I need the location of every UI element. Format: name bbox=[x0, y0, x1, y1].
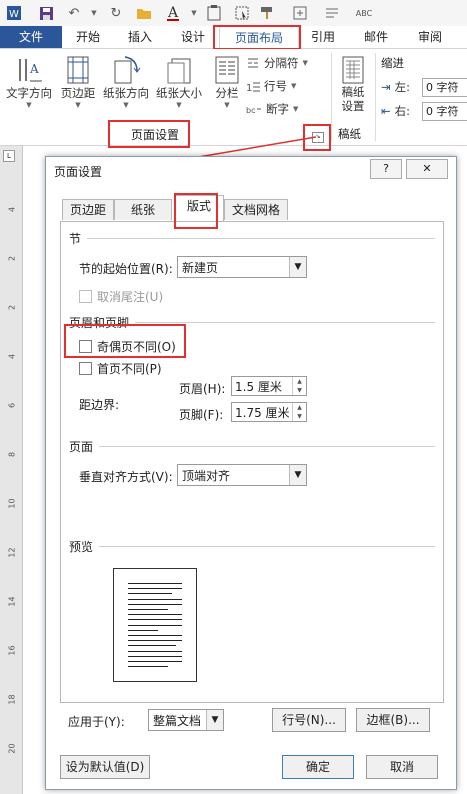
header-distance-input[interactable]: 1.5 厘米 ▲ ▼ bbox=[231, 376, 307, 396]
cancel-button[interactable]: 取消 bbox=[366, 755, 438, 779]
preview-text-line bbox=[128, 593, 172, 595]
spin-arrows-icon[interactable]: ▲ ▼ bbox=[292, 403, 306, 421]
vertical-align-select[interactable]: 顶端对齐 ▼ bbox=[177, 464, 307, 486]
section-group: 节 bbox=[69, 230, 435, 247]
page-group: 页面 bbox=[69, 438, 435, 455]
chevron-down-icon: ▼ bbox=[289, 257, 306, 277]
apply-to-select[interactable]: 整篇文档 ▼ bbox=[148, 709, 224, 731]
apply-to-value: 整篇文档 bbox=[153, 714, 202, 728]
close-icon[interactable]: ✕ bbox=[406, 159, 448, 179]
footer-distance-input[interactable]: 1.75 厘米 ▲ ▼ bbox=[231, 402, 307, 422]
section-start-select[interactable]: 新建页 ▼ bbox=[177, 256, 307, 278]
line-numbers-dialog-button[interactable]: 行号(N)... bbox=[272, 708, 346, 732]
tab-margins[interactable]: 页边距 bbox=[62, 199, 114, 220]
apply-to-label: 应用于(Y): bbox=[68, 715, 125, 729]
tab-selector-icon[interactable]: L bbox=[3, 150, 15, 162]
ruler-number: 6 bbox=[7, 402, 17, 409]
ruler-number: 4 bbox=[7, 206, 17, 213]
vertical-align-value: 顶端对齐 bbox=[182, 469, 231, 483]
header-distance-value: 1.5 厘米 bbox=[235, 380, 282, 394]
ruler-number: 10 bbox=[7, 498, 17, 509]
ruler-number: 2 bbox=[7, 255, 17, 262]
spin-arrows-icon[interactable]: ▲ ▼ bbox=[292, 377, 306, 395]
preview-group: 预览 bbox=[69, 538, 435, 555]
page-heading: 页面 bbox=[69, 440, 94, 454]
from-edge-label: 距边界: bbox=[79, 398, 120, 412]
ruler-number: 12 bbox=[7, 547, 17, 558]
preview-text-line bbox=[128, 661, 182, 662]
highlight-layout-tab bbox=[174, 193, 218, 229]
preview-text-line bbox=[128, 640, 182, 642]
section-heading: 节 bbox=[69, 232, 82, 246]
preview-text-line bbox=[128, 609, 168, 610]
preview-text-line bbox=[128, 666, 168, 668]
preview-text-line bbox=[128, 598, 182, 600]
ruler-number: 8 bbox=[7, 451, 17, 458]
preview-text-line bbox=[128, 624, 182, 626]
first-page-label: 首页不同(P) bbox=[97, 362, 162, 376]
page-setup-dialog: 页面设置 ? ✕ 页边距 纸张 版式 文档网格 节 节的起始位置(R): 新建页… bbox=[45, 156, 457, 790]
preview-text-line bbox=[128, 629, 158, 631]
preview-text-line bbox=[128, 588, 182, 590]
ok-button[interactable]: 确定 bbox=[282, 755, 354, 779]
footer-distance-value: 1.75 厘米 bbox=[235, 406, 290, 420]
section-start-label: 节的起始位置(R): bbox=[79, 262, 173, 276]
preview-text-line bbox=[128, 603, 182, 605]
preview-heading: 预览 bbox=[69, 540, 94, 554]
preview-text-line bbox=[128, 635, 182, 636]
preview-text-line bbox=[128, 619, 182, 621]
section-start-value: 新建页 bbox=[182, 261, 219, 275]
page-preview bbox=[113, 568, 197, 682]
ruler-number: 2 bbox=[7, 304, 17, 311]
preview-text-line bbox=[128, 655, 182, 657]
preview-text-line bbox=[128, 614, 182, 616]
preview-text-line bbox=[128, 645, 176, 647]
chevron-down-icon: ▼ bbox=[206, 710, 223, 730]
dialog-title: 页面设置 bbox=[54, 165, 103, 179]
preview-text-line bbox=[128, 650, 182, 652]
chevron-down-icon: ▼ bbox=[289, 465, 306, 485]
footer-distance-label: 页脚(F): bbox=[179, 408, 224, 422]
ruler-number: 20 bbox=[7, 743, 17, 754]
preview-text-line bbox=[128, 583, 182, 584]
ruler-number: 14 bbox=[7, 596, 17, 607]
ruler-number: 18 bbox=[7, 694, 17, 705]
first-page-checkbox[interactable]: 首页不同(P) bbox=[79, 360, 162, 377]
suppress-endnotes-label: 取消尾注(U) bbox=[97, 290, 164, 304]
borders-button[interactable]: 边框(B)... bbox=[356, 708, 430, 732]
ruler-number: 4 bbox=[7, 353, 17, 360]
suppress-endnotes-checkbox[interactable]: 取消尾注(U) bbox=[79, 288, 163, 305]
highlight-odd-even bbox=[64, 324, 186, 358]
tab-document-grid[interactable]: 文档网格 bbox=[224, 199, 288, 220]
header-distance-label: 页眉(H): bbox=[179, 382, 226, 396]
set-default-button[interactable]: 设为默认值(D) bbox=[60, 755, 150, 779]
ruler-number: 16 bbox=[7, 645, 17, 656]
vertical-align-label: 垂直对齐方式(V): bbox=[79, 470, 173, 484]
help-button[interactable]: ? bbox=[370, 159, 402, 179]
tab-paper[interactable]: 纸张 bbox=[114, 199, 172, 220]
